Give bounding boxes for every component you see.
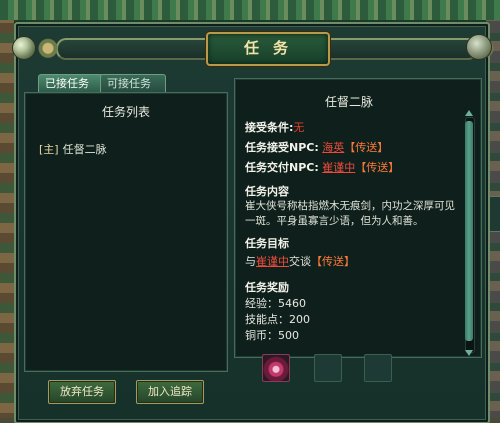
quest-objective-row: 与崔谨中交谈【传送】 [245, 253, 355, 269]
title-bar-left-wing [56, 38, 208, 60]
abandon-quest-button[interactable]: 放弃任务 [48, 380, 116, 404]
scroll-up-icon[interactable] [464, 109, 474, 117]
accept-npc-link[interactable]: 海英 [322, 141, 344, 154]
reward-slot-empty[interactable] [364, 354, 392, 382]
objective-prefix: 与 [245, 255, 256, 268]
scroll-down-icon[interactable] [464, 349, 474, 357]
world-background-left [0, 20, 14, 423]
close-orb-icon[interactable] [466, 34, 492, 60]
accept-condition-value: 无 [293, 121, 305, 134]
quest-list-panel: 任务列表 [主] 任督二脉 [24, 92, 228, 372]
reward-copper-label: 铜币： [245, 329, 278, 342]
quest-name: 任督二脉 [62, 143, 107, 156]
tab-accepted-quests[interactable]: 已接任务 [38, 74, 104, 93]
reward-exp-row: 经验：5460 [245, 295, 306, 311]
objective-npc-link[interactable]: 崔谨中 [256, 255, 289, 268]
submit-npc-row: 任务交付NPC: 崔谨中【传送】 [245, 159, 399, 175]
track-quest-button[interactable]: 加入追踪 [136, 380, 204, 404]
reward-skill-value: 200 [289, 313, 310, 326]
quest-content-text: 崔大侠号称枯指燃木无痕剑，内功之深厚可见一斑。平身虽寡言少语，但为人和善。 [245, 200, 455, 227]
ornament-left-icon [34, 34, 62, 60]
quest-reward-label: 任务奖励 [245, 281, 289, 294]
world-background-top [0, 0, 500, 22]
quest-detail-panel: 任督二脉 接受条件:无 任务接受NPC: 海英【传送】 任务交付NPC: 崔谨中… [234, 78, 482, 358]
objective-teleport-link[interactable]: 【传送】 [311, 255, 355, 268]
accept-npc-teleport-link[interactable]: 【传送】 [344, 141, 388, 154]
reward-exp-value: 5460 [278, 297, 306, 310]
quest-window: 任务 已接任务 可接任务 任务列表 [主] 任督二脉 放弃任务 加入追踪 任督二脉… [12, 22, 498, 423]
quest-detail-title: 任督二脉 [324, 95, 373, 109]
accept-npc-label: 任务接受NPC: [245, 141, 319, 154]
reward-skill-label: 技能点： [245, 313, 289, 326]
corner-gem-icon [12, 36, 36, 60]
window-title: 任务 [243, 38, 302, 57]
objective-suffix: 交谈 [289, 255, 311, 268]
tab-available-quests[interactable]: 可接任务 [100, 74, 166, 93]
game-screen: 任务 已接任务 可接任务 任务列表 [主] 任督二脉 放弃任务 加入追踪 任督二脉… [0, 0, 500, 423]
detail-scroll-thumb[interactable] [465, 121, 473, 341]
quest-content-label: 任务内容 [245, 185, 289, 198]
title-bar-right-wing [326, 38, 478, 60]
quest-objective-label: 任务目标 [245, 237, 289, 250]
accept-npc-row: 任务接受NPC: 海英【传送】 [245, 139, 388, 155]
submit-npc-link[interactable]: 崔谨中 [322, 161, 355, 174]
quest-list-item[interactable]: [主] 任督二脉 [39, 141, 107, 157]
reward-copper-row: 铜币：500 [245, 327, 299, 343]
submit-npc-label: 任务交付NPC: [245, 161, 319, 174]
quest-list-header: 任务列表 [101, 105, 150, 119]
submit-npc-teleport-link[interactable]: 【传送】 [355, 161, 399, 174]
pink-gem-icon[interactable] [262, 354, 290, 382]
reward-copper-value: 500 [278, 329, 299, 342]
accept-condition-row: 接受条件:无 [245, 119, 304, 135]
reward-slot-empty[interactable] [314, 354, 342, 382]
reward-exp-label: 经验： [245, 297, 278, 310]
accept-condition-label: 接受条件: [245, 121, 294, 134]
quest-type-tag: [主] [39, 143, 59, 156]
reward-skill-row: 技能点：200 [245, 311, 310, 327]
